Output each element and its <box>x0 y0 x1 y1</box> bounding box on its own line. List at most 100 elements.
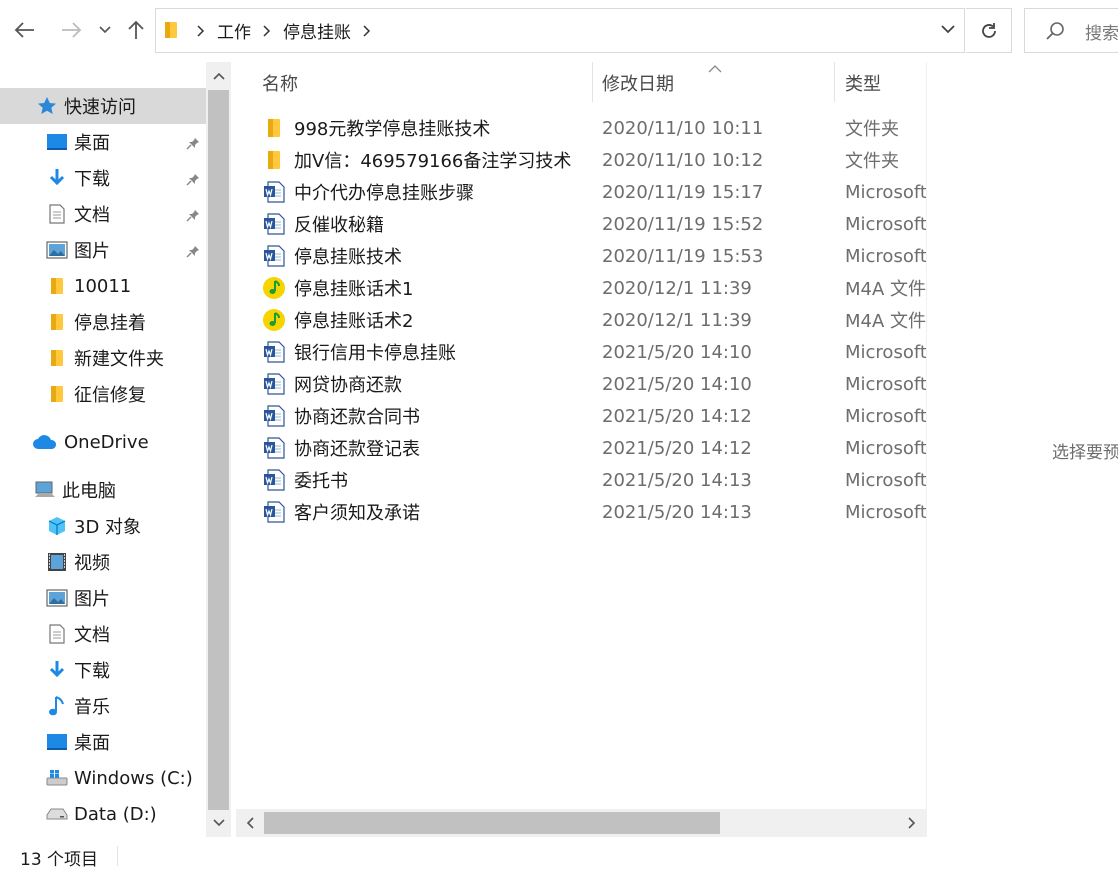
file-row[interactable]: 停息挂账话术2 2020/12/1 11:39 M4A 文件 <box>236 304 926 336</box>
word-doc-icon <box>262 500 286 524</box>
nav-label: 征信修复 <box>74 385 146 406</box>
back-button[interactable] <box>12 14 38 46</box>
nav-label: 音乐 <box>74 697 110 718</box>
file-row[interactable]: 银行信用卡停息挂账 2021/5/20 14:10 Microsoft <box>236 336 926 368</box>
file-name-cell: 协商还款登记表 <box>262 432 594 464</box>
pin-icon[interactable] <box>186 242 200 263</box>
navigation-scrollbar[interactable] <box>206 62 231 837</box>
refresh-button[interactable] <box>966 8 1012 53</box>
nav-folder-10011[interactable]: 10011 <box>0 268 206 304</box>
recent-locations-button[interactable] <box>92 14 118 46</box>
file-row[interactable]: 中介代办停息挂账步骤 2020/11/19 15:17 Microsoft <box>236 176 926 208</box>
chevron-up-icon <box>212 72 225 80</box>
nav-3d-objects[interactable]: 3D 对象 <box>0 508 206 544</box>
file-list: 名称 修改日期 类型 998元教学停息挂账技术 2020/11/10 10:11 文… <box>236 62 926 837</box>
file-type: Microsoft <box>845 405 926 427</box>
nav-label: 桌面 <box>74 733 110 754</box>
pin-icon[interactable] <box>186 170 200 191</box>
column-divider[interactable] <box>592 62 593 102</box>
nav-folder-tingxi[interactable]: 停息挂着 <box>0 304 206 340</box>
file-list-hscrollbar[interactable] <box>236 809 926 837</box>
nav-drive-d[interactable]: Data (D:) <box>0 796 206 832</box>
sort-ascending-icon <box>708 62 722 79</box>
breadcrumb-item[interactable]: 工作 <box>212 18 256 43</box>
file-row[interactable]: 网贷协商还款 2021/5/20 14:10 Microsoft <box>236 368 926 400</box>
file-row[interactable]: 协商还款合同书 2021/5/20 14:12 Microsoft <box>236 400 926 432</box>
file-type: M4A 文件 <box>845 279 926 300</box>
file-type: M4A 文件 <box>845 311 926 332</box>
pin-icon[interactable] <box>186 206 200 227</box>
scrollbar-thumb[interactable] <box>264 812 720 834</box>
chevron-right-icon <box>908 817 916 829</box>
nav-label: 此电脑 <box>62 481 116 502</box>
nav-this-pc[interactable]: 此电脑 <box>0 472 206 508</box>
nav-folder-credit[interactable]: 征信修复 <box>0 376 206 412</box>
pin-icon[interactable] <box>186 134 200 155</box>
preview-divider[interactable] <box>926 62 927 837</box>
address-bar[interactable]: 工作 停息挂账 <box>155 8 965 53</box>
file-date: 2021/5/20 14:13 <box>602 501 752 523</box>
nav-quick-access[interactable]: 快速访问 <box>0 88 206 124</box>
chevron-right-icon[interactable] <box>256 21 278 41</box>
address-dropdown-button[interactable] <box>940 21 956 41</box>
file-name: 委托书 <box>294 471 348 492</box>
scroll-down-button[interactable] <box>206 809 231 837</box>
file-row[interactable]: 客户须知及承诺 2021/5/20 14:13 Microsoft <box>236 496 926 528</box>
nav-label: OneDrive <box>64 431 149 453</box>
breadcrumb-item[interactable]: 停息挂账 <box>278 18 356 43</box>
file-row[interactable]: 停息挂账话术1 2020/12/1 11:39 M4A 文件 <box>236 272 926 304</box>
nav-documents[interactable]: 文档 <box>0 196 206 232</box>
file-name: 加V信：469579166备注学习技术 <box>294 151 572 172</box>
file-row[interactable]: 998元教学停息挂账技术 2020/11/10 10:11 文件夹 <box>236 112 926 144</box>
scrollbar-thumb[interactable] <box>208 90 229 810</box>
file-name-cell: 银行信用卡停息挂账 <box>262 336 594 368</box>
document-icon <box>46 623 68 645</box>
nav-label: 下载 <box>74 169 110 190</box>
file-date: 2021/5/20 14:12 <box>602 405 752 427</box>
nav-music[interactable]: 音乐 <box>0 688 206 724</box>
nav-label: Windows (C:) <box>74 767 193 789</box>
nav-videos[interactable]: 视频 <box>0 544 206 580</box>
file-date: 2020/12/1 11:39 <box>602 277 752 299</box>
nav-pictures-pc[interactable]: 图片 <box>0 580 206 616</box>
scroll-up-button[interactable] <box>206 62 231 90</box>
word-doc-icon <box>262 468 286 492</box>
nav-drive-c[interactable]: Windows (C:) <box>0 760 206 796</box>
folder-icon <box>164 21 178 43</box>
file-row[interactable]: 停息挂账技术 2020/11/19 15:53 Microsoft <box>236 240 926 272</box>
up-button[interactable] <box>123 14 149 46</box>
nav-desktop[interactable]: 桌面 <box>0 124 206 160</box>
file-row[interactable]: 委托书 2021/5/20 14:13 Microsoft <box>236 464 926 496</box>
file-row[interactable]: 反催收秘籍 2020/11/19 15:52 Microsoft <box>236 208 926 240</box>
nav-downloads[interactable]: 下载 <box>0 160 206 196</box>
picture-icon <box>46 587 68 609</box>
column-header-name[interactable]: 名称 <box>262 62 592 104</box>
nav-label: 快速访问 <box>64 97 136 118</box>
cloud-icon <box>32 431 58 453</box>
file-name: 998元教学停息挂账技术 <box>294 119 491 140</box>
chevron-down-icon <box>941 25 955 34</box>
search-box[interactable]: 搜索 <box>1024 8 1118 53</box>
nav-documents-pc[interactable]: 文档 <box>0 616 206 652</box>
column-header: 名称 修改日期 类型 <box>236 62 926 104</box>
chevron-right-icon[interactable] <box>356 21 378 41</box>
forward-button[interactable] <box>58 14 84 46</box>
nav-label: 图片 <box>74 589 110 610</box>
column-divider[interactable] <box>834 62 835 102</box>
nav-downloads-pc[interactable]: 下载 <box>0 652 206 688</box>
folder-icon <box>46 311 68 333</box>
preview-message: 选择要预 <box>1052 443 1118 463</box>
nav-folder-new[interactable]: 新建文件夹 <box>0 340 206 376</box>
scroll-left-button[interactable] <box>236 809 264 837</box>
nav-label: 文档 <box>74 205 110 226</box>
column-header-type[interactable]: 类型 <box>845 62 925 104</box>
file-row[interactable]: 协商还款登记表 2021/5/20 14:12 Microsoft <box>236 432 926 464</box>
word-doc-icon <box>262 244 286 268</box>
nav-pictures[interactable]: 图片 <box>0 232 206 268</box>
file-row[interactable]: 加V信：469579166备注学习技术 2020/11/10 10:12 文件夹 <box>236 144 926 176</box>
nav-onedrive[interactable]: OneDrive <box>0 424 206 460</box>
video-icon <box>46 551 68 573</box>
folder-icon <box>46 347 68 369</box>
scroll-right-button[interactable] <box>898 809 926 837</box>
nav-desktop-pc[interactable]: 桌面 <box>0 724 206 760</box>
